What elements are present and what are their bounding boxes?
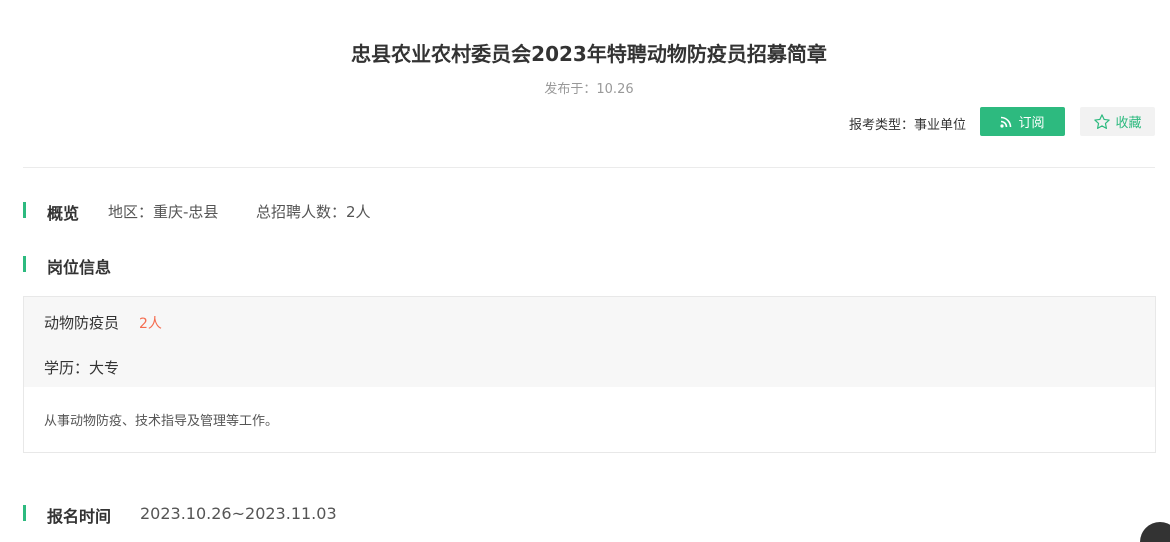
exam-type-label: 报考类型：: [848, 118, 914, 133]
star-icon: [1094, 113, 1111, 129]
education-label: 学历：: [44, 359, 90, 377]
header-divider: [23, 167, 1155, 168]
rss-icon: [1000, 116, 1012, 128]
position-card-header: 动物防疫员 2人 学历：大专: [24, 297, 1155, 387]
total-hiring: 总招聘人数：2人: [256, 201, 371, 222]
position-card: 动物防疫员 2人 学历：大专 从事动物防疫、技术指导及管理等工作。: [23, 296, 1156, 453]
position-count: 2人: [139, 316, 162, 332]
publish-date-value: 10.26: [596, 82, 634, 97]
total-hiring-value: 2人: [346, 203, 371, 221]
education-value: 大专: [89, 359, 120, 377]
signup-title: 报名时间: [47, 507, 112, 526]
region: 地区：重庆-忠县: [108, 201, 218, 222]
publish-date-prefix: 发布于：: [544, 82, 597, 97]
position-name: 动物防疫员: [44, 314, 120, 332]
positions-title: 岗位信息: [47, 258, 112, 277]
position-education: 学历：大专: [44, 357, 119, 378]
region-label: 地区：: [108, 203, 154, 221]
subscribe-button[interactable]: 订阅: [980, 107, 1065, 136]
page-title: 忠县农业农村委员会2023年特聘动物防疫员招募简章: [351, 42, 827, 66]
signup-marker: [23, 505, 26, 521]
total-hiring-label: 总招聘人数：: [256, 203, 347, 221]
favorite-button[interactable]: 收藏: [1080, 107, 1155, 136]
overview-title: 概览: [47, 204, 80, 223]
subscribe-label: 订阅: [1018, 116, 1045, 131]
favorite-label: 收藏: [1115, 116, 1142, 131]
exam-type-value: 事业单位: [913, 118, 966, 133]
region-value: 重庆-忠县: [153, 203, 219, 221]
publish-date: 发布于：10.26: [0, 78, 1170, 97]
overview-marker: [23, 202, 26, 218]
positions-marker: [23, 256, 26, 272]
exam-type: 报考类型：事业单位: [849, 114, 966, 133]
signup-range: 2023.10.26~2023.11.03: [140, 504, 337, 523]
floating-widget-edge[interactable]: [1140, 522, 1170, 542]
position-description: 从事动物防疫、技术指导及管理等工作。: [44, 414, 279, 429]
